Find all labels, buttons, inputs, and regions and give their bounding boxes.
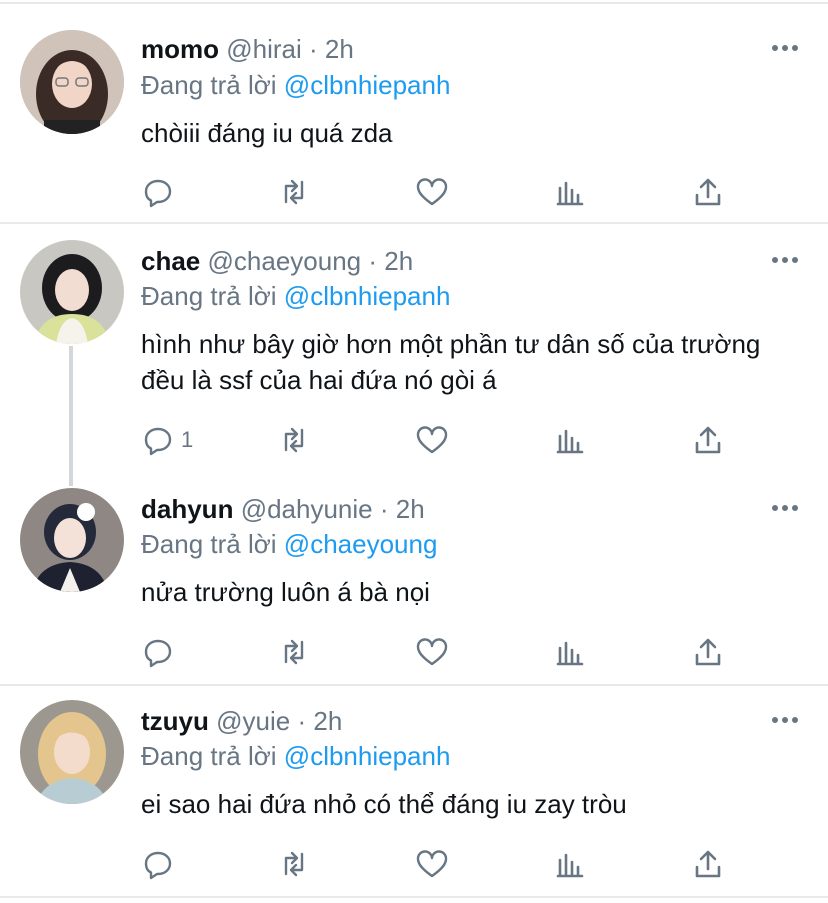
retweet-icon xyxy=(284,427,304,453)
retweet-icon xyxy=(284,851,304,877)
heart-icon xyxy=(416,426,448,454)
retweet-icon xyxy=(284,639,304,665)
avatar[interactable] xyxy=(20,240,124,344)
display-name[interactable]: tzuyu xyxy=(141,706,209,736)
retweet-button[interactable] xyxy=(277,172,311,212)
reply-mention[interactable]: @clbnhiepanh xyxy=(284,741,451,771)
tweet-text: ei sao hai đứa nhỏ có thể đáng iu zay tr… xyxy=(141,789,627,819)
heart-icon xyxy=(416,850,448,878)
reply-mention[interactable]: @clbnhiepanh xyxy=(284,70,451,100)
replying-label: Đang trả lời xyxy=(141,281,277,311)
like-button[interactable] xyxy=(415,420,449,460)
avatar[interactable] xyxy=(20,488,124,592)
replying-label: Đang trả lời xyxy=(141,70,277,100)
reply-icon xyxy=(144,639,172,668)
heart-icon xyxy=(416,638,448,666)
avatar[interactable] xyxy=(20,30,124,134)
share-button[interactable] xyxy=(691,172,725,212)
reply-button[interactable] xyxy=(141,172,181,212)
share-icon xyxy=(695,638,721,666)
more-icon[interactable] xyxy=(770,38,800,58)
separator: · xyxy=(368,246,378,276)
user-handle[interactable]: @hirai xyxy=(226,34,302,64)
tweet-chae[interactable]: chae @chaeyoung · 2h Đang trả lời @clbnh… xyxy=(0,224,828,486)
tweet-tzuyu[interactable]: tzuyu @yuie · 2h Đang trả lời @clbnhiepa… xyxy=(0,686,828,896)
like-button[interactable] xyxy=(415,844,449,884)
tweet-text: nửa trường luôn á bà nọi xyxy=(141,577,430,607)
user-handle[interactable]: @yuie xyxy=(216,706,290,736)
action-bar xyxy=(141,844,741,884)
reply-icon xyxy=(144,179,172,208)
reply-button[interactable]: 1 xyxy=(141,420,193,460)
avatar-image xyxy=(20,240,124,344)
tweet-text: chòiii đáng iu quá zda xyxy=(141,118,393,148)
retweet-button[interactable] xyxy=(277,844,311,884)
avatar-image xyxy=(20,30,124,134)
replying-label: Đang trả lời xyxy=(141,529,277,559)
avatar-image xyxy=(20,700,124,804)
share-button[interactable] xyxy=(691,632,725,672)
tweet-text: hình như bây giờ hơn một phần tư dân số … xyxy=(141,329,761,395)
analytics-button[interactable] xyxy=(553,172,587,212)
analytics-icon xyxy=(556,429,584,454)
reply-button[interactable] xyxy=(141,632,181,672)
reply-icon xyxy=(144,427,172,456)
action-bar: 1 xyxy=(141,420,741,460)
separator: · xyxy=(297,706,307,736)
timestamp[interactable]: 2h xyxy=(325,34,354,64)
action-bar xyxy=(141,632,741,672)
user-handle[interactable]: @chaeyoung xyxy=(208,246,362,276)
action-bar xyxy=(141,172,741,212)
replying-label: Đang trả lời xyxy=(141,741,277,771)
more-icon[interactable] xyxy=(770,250,800,270)
more-icon[interactable] xyxy=(770,498,800,518)
separator: · xyxy=(379,494,389,524)
thread-line xyxy=(69,346,73,486)
retweet-icon xyxy=(284,179,304,205)
share-button[interactable] xyxy=(691,844,725,884)
analytics-button[interactable] xyxy=(553,844,587,884)
analytics-button[interactable] xyxy=(553,632,587,672)
display-name[interactable]: dahyun xyxy=(141,494,233,524)
tweet-momo[interactable]: momo @hirai · 2h Đang trả lời @clbnhiepa… xyxy=(0,0,828,222)
analytics-icon xyxy=(556,641,584,666)
analytics-icon xyxy=(556,181,584,206)
user-handle[interactable]: @dahyunie xyxy=(241,494,373,524)
avatar-image xyxy=(20,488,124,592)
timestamp[interactable]: 2h xyxy=(313,706,342,736)
display-name[interactable]: momo xyxy=(141,34,219,64)
retweet-button[interactable] xyxy=(277,420,311,460)
reply-icon xyxy=(144,851,172,880)
divider xyxy=(0,896,828,898)
retweet-button[interactable] xyxy=(277,632,311,672)
analytics-icon xyxy=(556,853,584,878)
like-button[interactable] xyxy=(415,172,449,212)
analytics-button[interactable] xyxy=(553,420,587,460)
heart-icon xyxy=(416,178,448,206)
timestamp[interactable]: 2h xyxy=(384,246,413,276)
reply-button[interactable] xyxy=(141,844,181,884)
separator: · xyxy=(309,34,318,64)
share-icon xyxy=(695,426,721,454)
share-icon xyxy=(695,850,721,878)
tweet-dahyun[interactable]: dahyun @dahyunie · 2h Đang trả lời @chae… xyxy=(0,474,828,684)
reply-mention[interactable]: @chaeyoung xyxy=(284,529,438,559)
display-name[interactable]: chae xyxy=(141,246,200,276)
timestamp[interactable]: 2h xyxy=(396,494,425,524)
avatar[interactable] xyxy=(20,700,124,804)
like-button[interactable] xyxy=(415,632,449,672)
more-icon[interactable] xyxy=(770,710,800,730)
share-icon xyxy=(695,178,721,206)
share-button[interactable] xyxy=(691,420,725,460)
reply-count: 1 xyxy=(181,427,194,452)
reply-mention[interactable]: @clbnhiepanh xyxy=(284,281,451,311)
